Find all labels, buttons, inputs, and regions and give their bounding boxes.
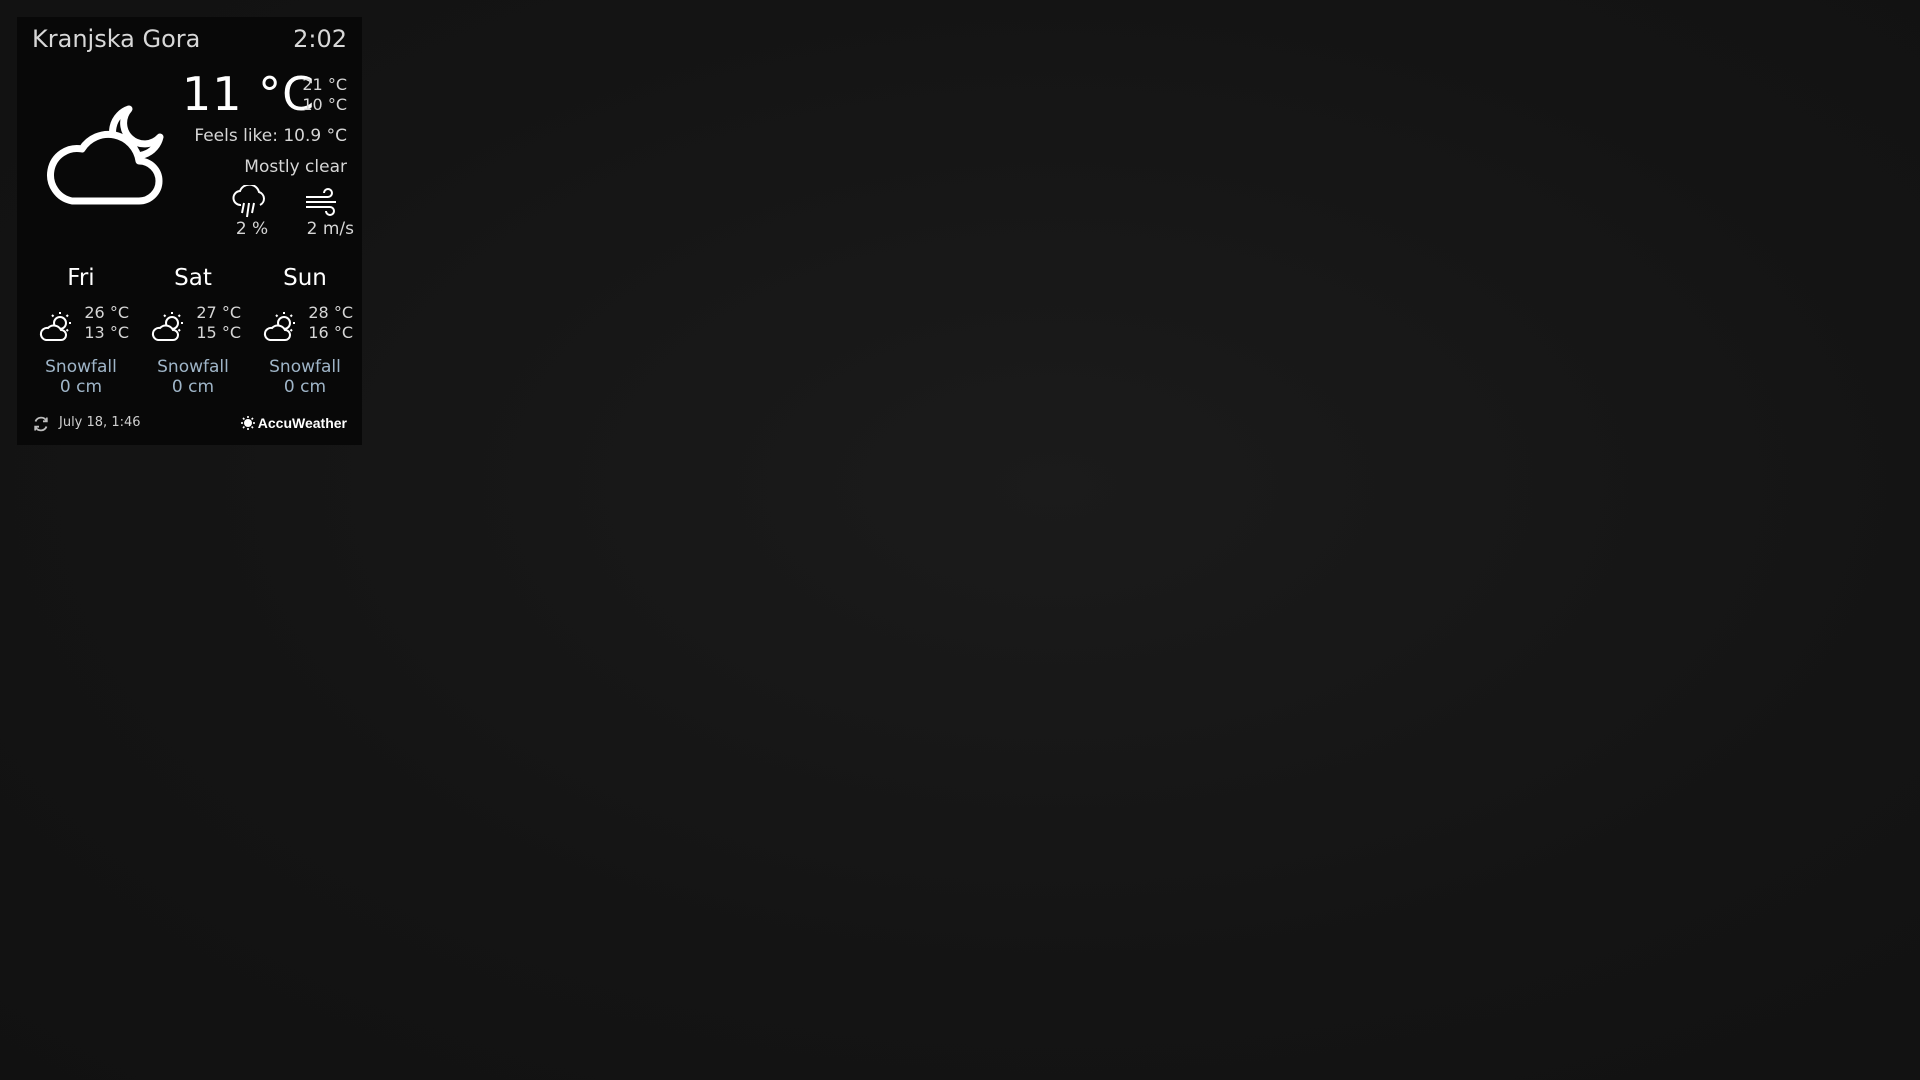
wind-speed-value: 2 m/s (306, 219, 354, 239)
current-temperature: 11 °C (182, 67, 316, 121)
today-high: 21 °C (302, 75, 347, 94)
snowfall-label: Snowfall (157, 357, 229, 377)
last-updated: July 18, 1:46 (59, 415, 141, 430)
forecast-temps: 28 °C 16 °C (307, 303, 353, 343)
precipitation-value: 2 % (235, 219, 269, 239)
wind-icon (306, 188, 336, 216)
brand-name: AccuWeather (257, 415, 347, 431)
cloud-moon-icon (47, 105, 164, 205)
sun-cloud-icon (151, 312, 183, 341)
forecast-temps: 27 °C 15 °C (195, 303, 241, 343)
forecast-temps: 26 °C 13 °C (83, 303, 129, 343)
snowfall-value: 0 cm (283, 377, 327, 397)
forecast-day-name: Sun (283, 265, 327, 291)
rain-cloud-icon (232, 185, 265, 218)
snowfall-value: 0 cm (171, 377, 215, 397)
sun-cloud-icon (263, 312, 295, 341)
refresh-icon[interactable] (32, 415, 50, 433)
condition-text: Mostly clear (244, 157, 347, 177)
forecast-high: 27 °C (196, 303, 241, 322)
snowfall-value: 0 cm (59, 377, 103, 397)
today-high-low: 21 °C 10 °C (302, 75, 347, 115)
today-low: 10 °C (302, 95, 347, 114)
forecast-day: Sat 27 °C 15 °C Snowfall 0 cm (137, 265, 249, 410)
forecast-day: Fri 26 °C 13 °C Snowfall 0 cm (25, 265, 137, 410)
accuweather-logo: AccuWeather (240, 414, 347, 431)
forecast-high: 26 °C (84, 303, 129, 322)
forecast-high: 28 °C (308, 303, 353, 322)
forecast-low: 16 °C (308, 323, 353, 342)
sun-cloud-icon (39, 312, 71, 341)
forecast-low: 13 °C (84, 323, 129, 342)
snowfall-label: Snowfall (269, 357, 341, 377)
forecast-day-name: Sat (174, 265, 212, 291)
current-time: 2:02 (293, 25, 347, 53)
snowfall-label: Snowfall (45, 357, 117, 377)
sun-logo-icon (240, 416, 255, 430)
forecast-low: 15 °C (196, 323, 241, 342)
forecast-day: Sun 28 °C 16 °C Snowfall 0 cm (249, 265, 361, 410)
weather-widget: Kranjska Gora 2:02 11 °C 21 °C 10 °C Fee… (17, 17, 362, 445)
feels-like: Feels like: 10.9 °C (194, 126, 347, 146)
location-name: Kranjska Gora (32, 25, 201, 53)
forecast-day-name: Fri (67, 265, 95, 291)
